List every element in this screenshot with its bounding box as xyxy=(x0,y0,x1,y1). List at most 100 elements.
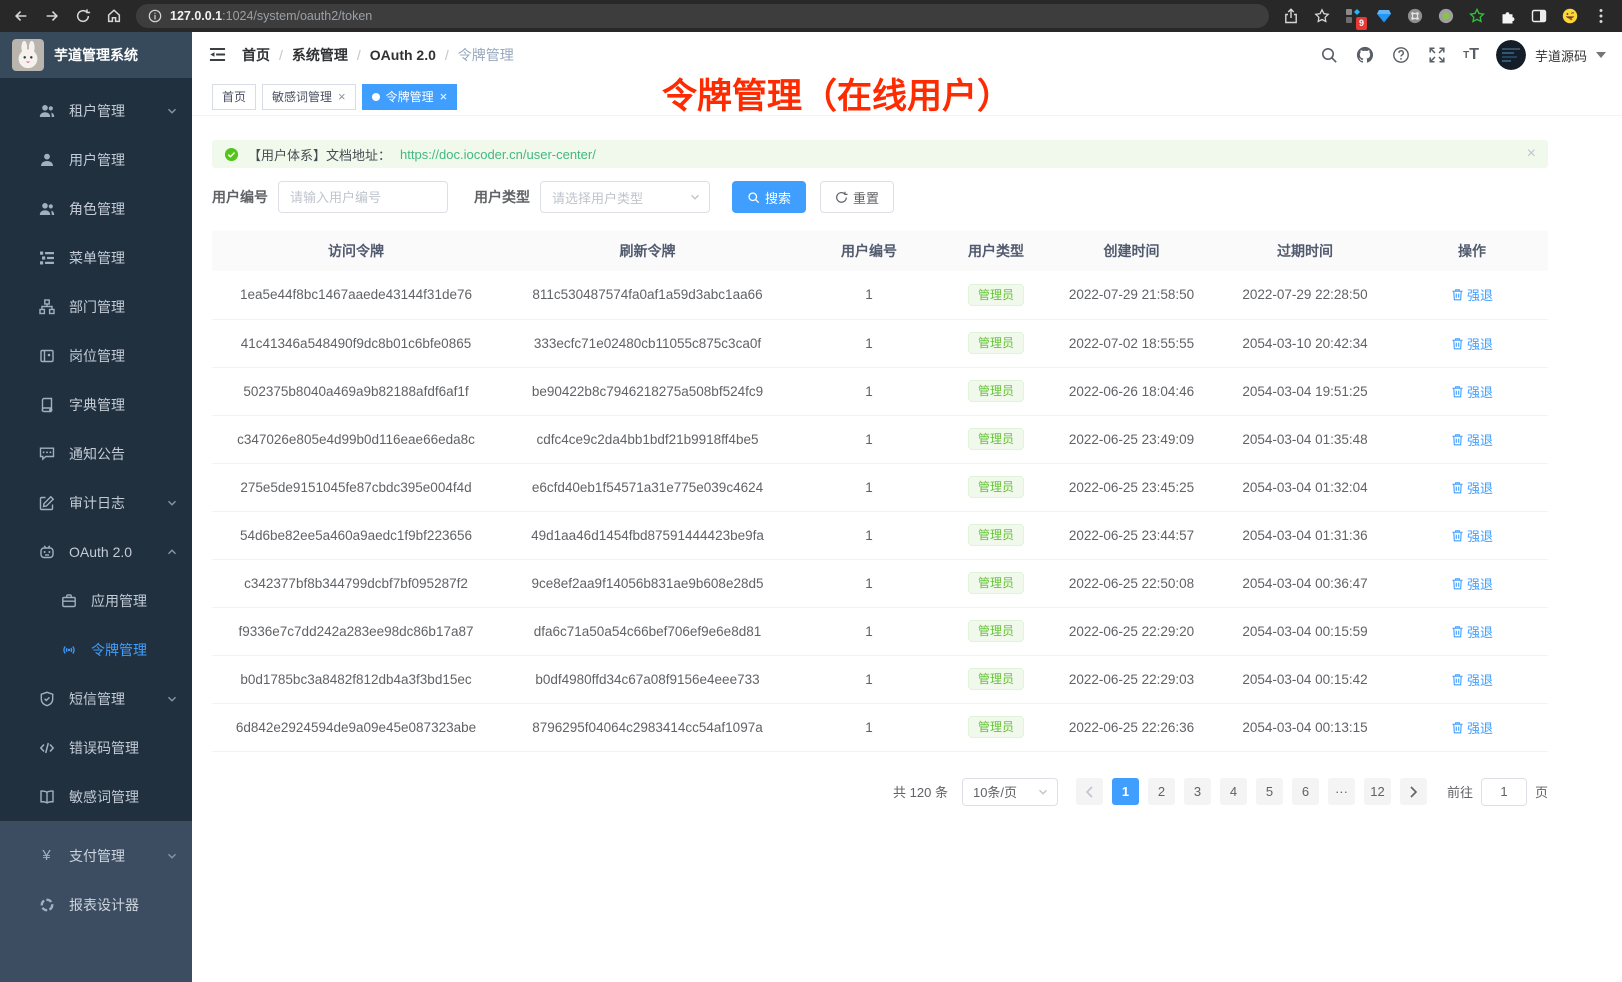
github-icon[interactable] xyxy=(1355,46,1374,65)
sidebar-item-dict-management[interactable]: 字典管理 xyxy=(0,380,192,429)
refresh-icon xyxy=(835,191,848,204)
sidebar-item-audit-log[interactable]: 审计日志 xyxy=(0,478,192,527)
page-button-6[interactable]: 6 xyxy=(1292,778,1319,805)
user-id-input[interactable] xyxy=(278,181,448,213)
table-row: b0d1785bc3a8482f812db4a3f3bd15ecb0df4980… xyxy=(212,655,1548,703)
force-logout-button[interactable]: 强退 xyxy=(1451,334,1493,353)
page-button-2[interactable]: 2 xyxy=(1148,778,1175,805)
share-icon[interactable] xyxy=(1282,7,1300,25)
force-logout-button[interactable]: 强退 xyxy=(1451,478,1493,497)
sidebar-item-menu-management[interactable]: 菜单管理 xyxy=(0,233,192,282)
force-logout-button[interactable]: 强退 xyxy=(1451,526,1493,545)
collapse-sidebar-icon[interactable] xyxy=(208,45,228,65)
forward-icon[interactable] xyxy=(43,7,61,25)
sidebar-item-oauth2[interactable]: OAuth 2.0 xyxy=(0,527,192,576)
profile-avatar[interactable] xyxy=(1561,7,1579,25)
sidebar-item-report-designer[interactable]: 报表设计器 xyxy=(0,880,192,929)
tab-敏感词管理[interactable]: 敏感词管理× xyxy=(262,84,356,110)
page-size-select[interactable]: 10条/页 xyxy=(962,778,1058,806)
breadcrumb-item[interactable]: 系统管理 xyxy=(292,45,348,65)
close-icon[interactable]: × xyxy=(338,90,346,103)
more-pages-button[interactable]: ··· xyxy=(1328,778,1355,805)
user-type-select[interactable]: 请选择用户类型 xyxy=(540,181,710,213)
close-icon[interactable]: × xyxy=(440,90,448,103)
sidebar-item-tenant-management[interactable]: 租户管理 xyxy=(0,86,192,135)
user-id-cell: 1 xyxy=(795,607,943,655)
goto-label: 前往 xyxy=(1447,782,1473,801)
sidebar-item-notice-announcement[interactable]: 通知公告 xyxy=(0,429,192,478)
force-logout-button[interactable]: 强退 xyxy=(1451,285,1493,304)
force-logout-button[interactable]: 强退 xyxy=(1451,670,1493,689)
tab-首页[interactable]: 首页 xyxy=(212,84,256,110)
search-button[interactable]: 搜索 xyxy=(732,181,806,213)
fullscreen-icon[interactable] xyxy=(1427,46,1446,65)
edit-icon xyxy=(38,494,55,511)
doc-link[interactable]: https://doc.iocoder.cn/user-center/ xyxy=(400,147,596,162)
sidebar-item-app-management[interactable]: 应用管理 xyxy=(0,576,192,625)
trash-icon xyxy=(1451,337,1464,350)
gem-extension-icon[interactable] xyxy=(1375,7,1393,25)
goto-page-input[interactable] xyxy=(1481,778,1527,806)
sidebar-item-dept-management[interactable]: 部门管理 xyxy=(0,282,192,331)
user-type-cell: 管理员 xyxy=(943,511,1049,559)
sidebar-item-label: 令牌管理 xyxy=(91,640,147,660)
prev-page-button[interactable] xyxy=(1076,778,1103,805)
create-time-cell: 2022-06-25 22:26:36 xyxy=(1049,703,1214,751)
force-logout-button[interactable]: 强退 xyxy=(1451,718,1493,737)
browser-menu-dots-icon[interactable] xyxy=(1592,7,1610,25)
reset-button[interactable]: 重置 xyxy=(820,181,894,213)
force-logout-button[interactable]: 强退 xyxy=(1451,430,1493,449)
sidebar-item-error-code-management[interactable]: 错误码管理 xyxy=(0,723,192,772)
star-extension-icon[interactable] xyxy=(1468,7,1486,25)
page-button-1[interactable]: 1 xyxy=(1112,778,1139,805)
sidebar-item-sensitive-word-management[interactable]: 敏感词管理 xyxy=(0,772,192,821)
action-cell: 强退 xyxy=(1396,607,1548,655)
sidebar-item-user-management[interactable]: 用户管理 xyxy=(0,135,192,184)
sidebar-item-post-management[interactable]: 岗位管理 xyxy=(0,331,192,380)
back-icon[interactable] xyxy=(12,7,30,25)
sidebar-item-label: OAuth 2.0 xyxy=(69,544,132,560)
font-size-icon[interactable]: TT xyxy=(1463,47,1479,63)
command-extension-icon[interactable] xyxy=(1406,7,1424,25)
puzzle-extension-icon[interactable] xyxy=(1499,7,1517,25)
force-logout-button[interactable]: 强退 xyxy=(1451,574,1493,593)
app-logo[interactable]: 芋道管理系统 xyxy=(0,32,192,78)
extensions-icon[interactable]: 9 xyxy=(1344,7,1362,25)
page-button-12[interactable]: 12 xyxy=(1364,778,1391,805)
force-logout-button[interactable]: 强退 xyxy=(1451,382,1493,401)
reload-icon[interactable] xyxy=(74,7,92,25)
site-info-icon[interactable] xyxy=(148,9,162,23)
success-check-icon xyxy=(224,147,239,162)
user-avatar[interactable] xyxy=(1496,40,1526,70)
help-icon[interactable] xyxy=(1391,46,1410,65)
page-buttons: 123456···12 xyxy=(1076,778,1427,805)
search-icon[interactable] xyxy=(1319,46,1338,65)
page-button-4[interactable]: 4 xyxy=(1220,778,1247,805)
column-header: 访问令牌 xyxy=(212,231,500,271)
sidebar-item-sms-management[interactable]: 短信管理 xyxy=(0,674,192,723)
close-icon[interactable]: × xyxy=(1527,146,1536,162)
user-type-cell: 管理员 xyxy=(943,463,1049,511)
breadcrumb-item[interactable]: 首页 xyxy=(242,45,270,65)
page-button-3[interactable]: 3 xyxy=(1184,778,1211,805)
address-bar[interactable]: 127.0.0.1:1024/system/oauth2/token xyxy=(136,4,1269,28)
breadcrumb-item[interactable]: OAuth 2.0 xyxy=(370,47,436,63)
force-logout-button[interactable]: 强退 xyxy=(1451,622,1493,641)
sidebar-item-label: 部门管理 xyxy=(69,297,125,317)
search-form: 用户编号 用户类型 请选择用户类型 搜索 重置 xyxy=(212,181,1548,213)
sidebar-item-role-management[interactable]: 角色管理 xyxy=(0,184,192,233)
next-page-button[interactable] xyxy=(1400,778,1427,805)
sidebar-item-token-management[interactable]: 令牌管理 xyxy=(0,625,192,674)
refresh-token-cell: dfa6c71a50a54c66bef706ef9e6e8d81 xyxy=(500,607,795,655)
column-header: 操作 xyxy=(1396,231,1548,271)
table-row: c347026e805e4d99b0d116eae66eda8ccdfc4ce9… xyxy=(212,415,1548,463)
home-icon[interactable] xyxy=(105,7,123,25)
bookmark-star-icon[interactable] xyxy=(1313,7,1331,25)
record-extension-icon[interactable] xyxy=(1437,7,1455,25)
tab-令牌管理[interactable]: 令牌管理× xyxy=(362,84,458,110)
split-screen-icon[interactable] xyxy=(1530,7,1548,25)
access-token-cell: c342377bf8b344799dcbf7bf095287f2 xyxy=(212,559,500,607)
page-button-5[interactable]: 5 xyxy=(1256,778,1283,805)
sidebar-item-payment-management[interactable]: ¥支付管理 xyxy=(0,831,192,880)
caret-down-icon[interactable] xyxy=(1596,52,1606,58)
